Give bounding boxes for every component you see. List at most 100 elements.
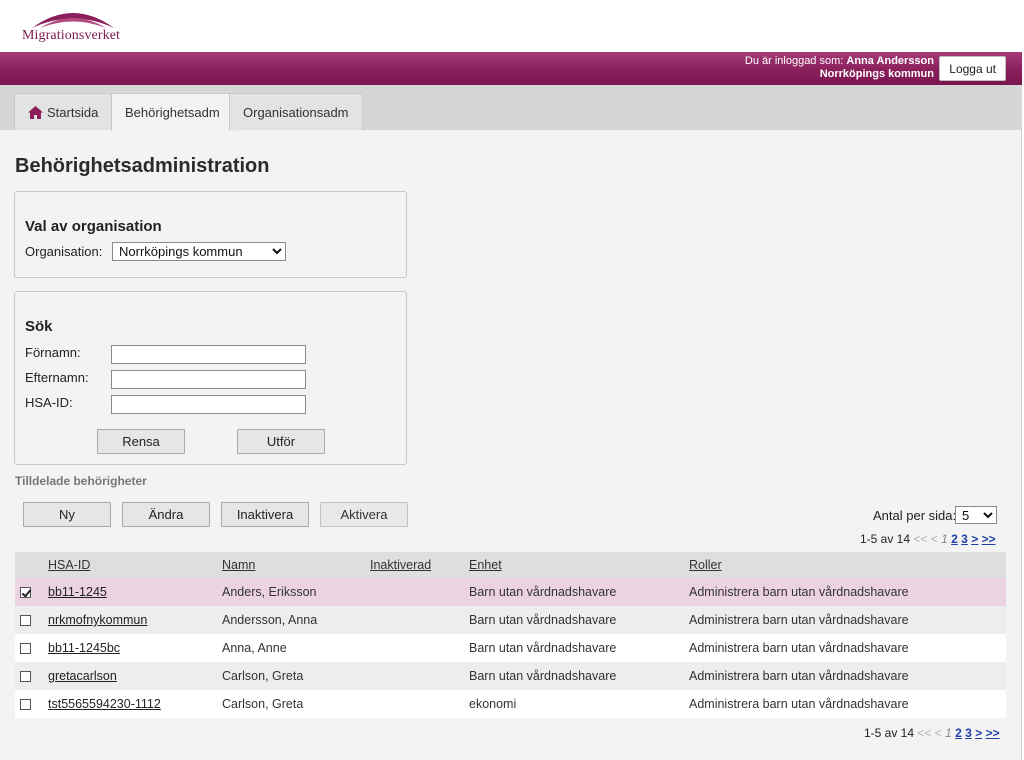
row-checkbox[interactable] <box>20 615 31 627</box>
name-cell: Anders, Eriksson <box>222 578 370 606</box>
table-row[interactable]: nrkmofnykommun Andersson, Anna Barn utan… <box>15 606 1006 634</box>
hsa-id-label: HSA-ID: <box>25 395 73 410</box>
tab-organisationsadm-label: Organisationsadm <box>243 105 349 120</box>
name-cell: Andersson, Anna <box>222 606 370 634</box>
activate-button[interactable]: Aktivera <box>320 502 408 527</box>
assigned-permissions-heading: Tilldelade behörigheter <box>15 474 147 488</box>
pager-page-link[interactable]: 3 <box>961 532 968 546</box>
tab-behorighetsadm[interactable]: Behörighetsadm <box>111 93 234 131</box>
table-header-row: HSA-ID Namn Inaktiverad Enhet Roller <box>15 552 1006 578</box>
name-cell: Carlson, Greta <box>222 662 370 690</box>
deactivate-button[interactable]: Inaktivera <box>221 502 309 527</box>
permissions-table: HSA-ID Namn Inaktiverad Enhet Roller bb1… <box>15 552 1006 718</box>
table-row[interactable]: tst5565594230-1112 Carlson, Greta ekonom… <box>15 690 1006 718</box>
hsa-id-link[interactable]: bb11-1245 <box>48 585 107 599</box>
new-button[interactable]: Ny <box>23 502 111 527</box>
page-title: Behörighetsadministration <box>15 155 270 177</box>
unit-cell: Barn utan vårdnadshavare <box>469 578 689 606</box>
hsa-id-link[interactable]: tst5565594230-1112 <box>48 697 161 711</box>
row-checkbox[interactable] <box>20 699 31 711</box>
column-header-roller[interactable]: Roller <box>689 552 1006 578</box>
pager-page-link[interactable]: 2 <box>955 726 962 740</box>
pager-page-link[interactable]: 3 <box>965 726 972 740</box>
tab-startsida[interactable]: Startsida <box>14 93 113 130</box>
logout-button[interactable]: Logga ut <box>939 56 1006 81</box>
name-cell: Carlson, Greta <box>222 690 370 718</box>
roles-cell: Administrera barn utan vårdnadshavare <box>689 634 1006 662</box>
select-column-header <box>15 552 48 578</box>
hsa-id-link[interactable]: nrkmofnykommun <box>48 613 147 627</box>
table-row[interactable]: gretacarlson Carlson, Greta Barn utan vå… <box>15 662 1006 690</box>
organisation-select[interactable]: Norrköpings kommun <box>112 242 286 261</box>
pager-first: << <box>913 532 928 546</box>
firstname-label: Förnamn: <box>25 345 81 360</box>
unit-cell: Barn utan vårdnadshavare <box>469 606 689 634</box>
logged-in-label: Du är inloggad som: <box>744 55 844 67</box>
organisation-label: Organisation: <box>25 244 103 259</box>
search-panel-heading: Sök <box>25 318 53 335</box>
app-frame: Migrationsverket Du är inloggad som: Ann… <box>0 0 1022 760</box>
inactivated-cell <box>370 578 469 606</box>
user-name: Anna Andersson <box>846 55 934 67</box>
per-page-select[interactable]: 5 <box>955 506 997 524</box>
unit-cell: ekonomi <box>469 690 689 718</box>
inactivated-cell <box>370 606 469 634</box>
pager-prev: < <box>934 726 942 740</box>
inactivated-cell <box>370 662 469 690</box>
lastname-label: Efternamn: <box>25 370 89 385</box>
pager-current-page: 1 <box>941 532 948 546</box>
unit-cell: Barn utan vårdnadshavare <box>469 662 689 690</box>
hsa-id-input[interactable] <box>111 395 306 414</box>
logo[interactable]: Migrationsverket <box>22 6 122 46</box>
tab-behorighetsadm-label: Behörighetsadm <box>125 105 220 120</box>
column-header-namn[interactable]: Namn <box>222 552 370 578</box>
lastname-input[interactable] <box>111 370 306 389</box>
reset-button[interactable]: Rensa <box>97 429 185 454</box>
logo-arc-icon <box>32 13 114 28</box>
pager-next[interactable]: > <box>975 726 982 740</box>
roles-cell: Administrera barn utan vårdnadshavare <box>689 690 1006 718</box>
pager-top: 1-5 av 14 << < 1 2 3 > >> <box>860 532 996 546</box>
organisation-row: Organisation: Norrköpings kommun <box>25 242 286 261</box>
tab-bar: Startsida Behörighetsadm Organisationsad… <box>0 85 1022 131</box>
inactivated-cell <box>370 690 469 718</box>
user-bar: Du är inloggad som: Anna Andersson Norrk… <box>0 52 1022 85</box>
pager-current-page: 1 <box>945 726 952 740</box>
search-panel: Sök Förnamn: Efternamn: HSA-ID: Rensa Ut… <box>14 291 407 465</box>
pager-last[interactable]: >> <box>982 532 996 546</box>
table-row[interactable]: bb11-1245 Anders, Eriksson Barn utan vår… <box>15 578 1006 606</box>
header: Migrationsverket <box>0 0 1022 52</box>
tab-organisationsadm[interactable]: Organisationsadm <box>229 93 363 130</box>
column-header-inaktiverad[interactable]: Inaktiverad <box>370 552 469 578</box>
row-checkbox[interactable] <box>20 671 31 683</box>
submit-button[interactable]: Utför <box>237 429 325 454</box>
home-icon <box>28 106 43 119</box>
inactivated-cell <box>370 634 469 662</box>
column-header-enhet[interactable]: Enhet <box>469 552 689 578</box>
pager-first: << <box>917 726 932 740</box>
hsa-id-link[interactable]: gretacarlson <box>48 669 117 683</box>
pager-page-link[interactable]: 2 <box>951 532 958 546</box>
firstname-input[interactable] <box>111 345 306 364</box>
pager-prev: < <box>930 532 938 546</box>
pager-summary: 1-5 av 14 <box>864 726 915 740</box>
name-cell: Anna, Anne <box>222 634 370 662</box>
column-header-hsa-id[interactable]: HSA-ID <box>48 552 222 578</box>
roles-cell: Administrera barn utan vårdnadshavare <box>689 578 1006 606</box>
per-page-label: Antal per sida: <box>873 508 957 523</box>
row-checkbox[interactable] <box>20 643 31 655</box>
pager-last[interactable]: >> <box>986 726 1000 740</box>
pager-bottom: 1-5 av 14 << < 1 2 3 > >> <box>864 726 1000 740</box>
hsa-id-link[interactable]: bb11-1245bc <box>48 641 120 655</box>
user-info: Du är inloggad som: Anna Andersson Norrk… <box>745 55 934 81</box>
user-organisation: Norrköpings kommun <box>819 68 934 80</box>
organisation-panel: Val av organisation Organisation: Norrkö… <box>14 191 407 278</box>
tab-startsida-label: Startsida <box>47 105 99 120</box>
edit-button[interactable]: Ändra <box>122 502 210 527</box>
unit-cell: Barn utan vårdnadshavare <box>469 634 689 662</box>
row-checkbox[interactable] <box>20 587 31 599</box>
roles-cell: Administrera barn utan vårdnadshavare <box>689 662 1006 690</box>
table-row[interactable]: bb11-1245bc Anna, Anne Barn utan vårdnad… <box>15 634 1006 662</box>
logo-text: Migrationsverket <box>22 28 121 43</box>
pager-next[interactable]: > <box>971 532 978 546</box>
